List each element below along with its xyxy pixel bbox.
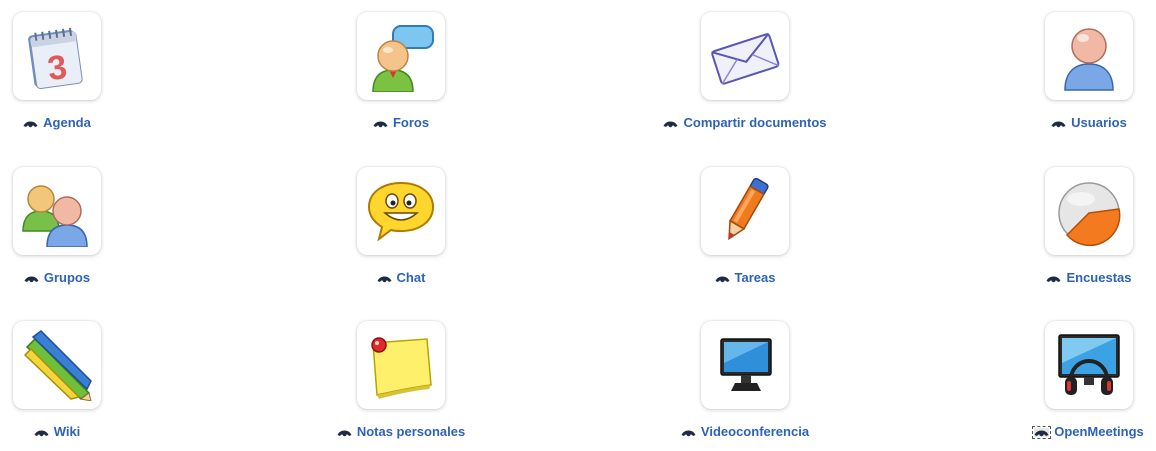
- tool-chat-tile[interactable]: [357, 167, 445, 255]
- pen-icon: [728, 177, 769, 241]
- tool-usuarios-link[interactable]: Usuarios: [1071, 115, 1127, 130]
- tool-tareas-label-row: Tareas: [640, 270, 850, 285]
- tool-wiki: Wiki: [0, 311, 162, 451]
- visibility-eye-icon[interactable]: [1032, 426, 1052, 439]
- tool-notas-label-row: Notas personales: [296, 424, 506, 439]
- pie-chart-icon: [1058, 182, 1121, 247]
- visibility-eye-icon[interactable]: [1051, 119, 1066, 128]
- tool-usuarios-tile[interactable]: [1045, 12, 1133, 100]
- tool-videoconferencia-link[interactable]: Videoconferencia: [701, 424, 809, 439]
- visibility-eye-icon[interactable]: [373, 119, 388, 128]
- tool-openmeetings-link[interactable]: OpenMeetings: [1054, 424, 1144, 439]
- tool-encuestas: Encuestas: [984, 157, 1156, 297]
- tool-notas-personales: Notas personales: [296, 311, 506, 451]
- tool-agenda-tile[interactable]: 3: [13, 12, 101, 100]
- tool-videoconferencia-tile[interactable]: [701, 321, 789, 409]
- group-icon: [22, 185, 88, 247]
- tool-openmeetings-label-row: OpenMeetings: [984, 424, 1156, 439]
- tool-foros: Foros: [296, 2, 506, 142]
- forum-icon: [372, 25, 434, 92]
- tool-compartir-documentos: Compartir documentos: [640, 2, 850, 142]
- tool-grupos-label-row: Grupos: [0, 270, 162, 285]
- tool-openmeetings-tile[interactable]: [1045, 321, 1133, 409]
- tool-wiki-tile[interactable]: [13, 321, 101, 409]
- tool-notas-link[interactable]: Notas personales: [357, 424, 465, 439]
- monitor-headset-icon: [1058, 334, 1120, 395]
- visibility-eye-icon[interactable]: [663, 119, 678, 128]
- tool-grupos: Grupos: [0, 157, 162, 297]
- tool-chat-label-row: Chat: [296, 270, 506, 285]
- tool-openmeetings: OpenMeetings: [984, 311, 1156, 451]
- tool-encuestas-tile[interactable]: [1045, 167, 1133, 255]
- monitor-icon: [720, 338, 772, 391]
- tool-wiki-label-row: Wiki: [0, 424, 162, 439]
- tool-agenda: 3 Agenda: [0, 2, 162, 142]
- visibility-eye-icon[interactable]: [34, 428, 49, 437]
- tool-videoconferencia: Videoconferencia: [640, 311, 850, 451]
- chat-smiley-icon: [367, 181, 435, 242]
- tool-grupos-link[interactable]: Grupos: [44, 270, 90, 285]
- tool-encuestas-label-row: Encuestas: [984, 270, 1156, 285]
- visibility-eye-icon[interactable]: [377, 274, 392, 283]
- tool-documentos-link[interactable]: Compartir documentos: [683, 115, 826, 130]
- tool-videoconferencia-label-row: Videoconferencia: [640, 424, 850, 439]
- tool-wiki-link[interactable]: Wiki: [54, 424, 81, 439]
- envelope-icon: [711, 32, 780, 85]
- visibility-eye-icon[interactable]: [715, 274, 730, 283]
- tool-usuarios: Usuarios: [984, 2, 1156, 142]
- tool-documentos-label-row: Compartir documentos: [640, 115, 850, 130]
- tool-encuestas-link[interactable]: Encuestas: [1066, 270, 1131, 285]
- visibility-eye-icon[interactable]: [24, 274, 39, 283]
- tool-agenda-link[interactable]: Agenda: [43, 115, 91, 130]
- tool-foros-label-row: Foros: [296, 115, 506, 130]
- tool-foros-tile[interactable]: [357, 12, 445, 100]
- tool-notas-tile[interactable]: [357, 321, 445, 409]
- tool-tareas-tile[interactable]: [701, 167, 789, 255]
- calendar-icon: 3: [28, 27, 83, 90]
- visibility-eye-icon[interactable]: [681, 428, 696, 437]
- pencils-icon: [23, 330, 92, 401]
- tool-agenda-label-row: Agenda: [0, 115, 162, 130]
- tool-foros-link[interactable]: Foros: [393, 115, 429, 130]
- visibility-eye-icon[interactable]: [337, 428, 352, 437]
- tool-tareas-link[interactable]: Tareas: [735, 270, 776, 285]
- visibility-eye-icon[interactable]: [23, 119, 38, 128]
- sticky-note-icon: [371, 337, 432, 399]
- tool-chat: Chat: [296, 157, 506, 297]
- visibility-eye-icon[interactable]: [1046, 274, 1061, 283]
- tool-tareas: Tareas: [640, 157, 850, 297]
- tool-documentos-tile[interactable]: [701, 12, 789, 100]
- tool-grupos-tile[interactable]: [13, 167, 101, 255]
- tool-usuarios-label-row: Usuarios: [984, 115, 1156, 130]
- tool-chat-link[interactable]: Chat: [397, 270, 426, 285]
- user-icon: [1064, 28, 1114, 91]
